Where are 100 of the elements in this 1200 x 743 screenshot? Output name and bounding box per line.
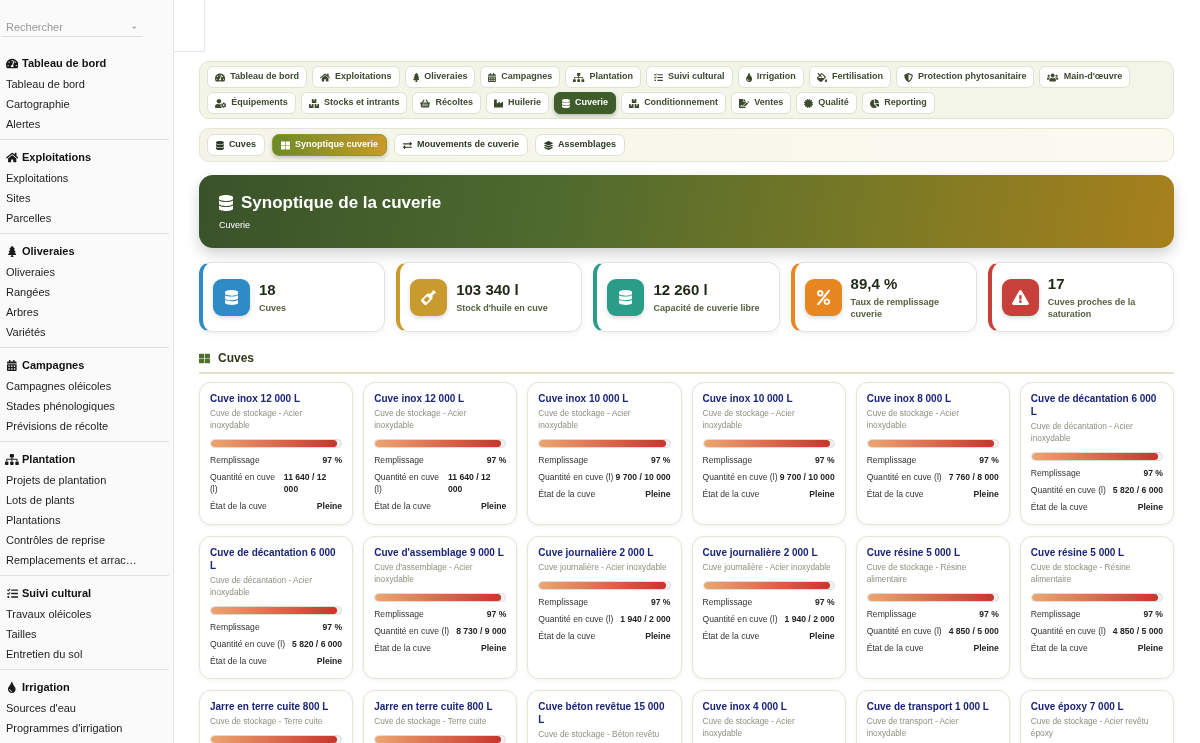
field-value: 97 % — [815, 454, 835, 466]
tank-type: Cuve de stockage - Terre cuite — [374, 715, 488, 727]
paint-bucket-icon — [816, 72, 827, 82]
tank-name: Cuve résine 5 000 L — [1030, 546, 1126, 559]
sidebar-item[interactable]: Plantations — [0, 510, 169, 530]
tank-type: Cuve journalière - Acier inoxydable — [538, 561, 668, 573]
sidebar-item[interactable]: Stades phénologiques — [0, 396, 169, 416]
module-tab[interactable]: Reporting — [861, 92, 935, 114]
module-tab[interactable]: Plantation — [565, 66, 642, 88]
field-value: Pleine — [645, 488, 671, 500]
sidebar-item[interactable]: Alertes — [0, 114, 169, 134]
sidebar-item[interactable]: Arbres — [0, 302, 169, 322]
grid-icon — [199, 352, 210, 364]
gauge-icon — [215, 72, 226, 82]
stat-value: 89,4 % — [850, 274, 899, 293]
sidebar-item[interactable]: Exploitations — [0, 168, 169, 188]
field-label: Quantité en cuve (l) — [1030, 625, 1106, 637]
module-tab[interactable]: Cuverie — [554, 92, 616, 114]
sidebar-item[interactable]: Programmes d'irrigation — [0, 718, 169, 738]
module-tab[interactable]: Récoltes — [412, 92, 482, 114]
sidebar-item[interactable]: Oliveraies — [0, 262, 169, 282]
field-label: Remplissage — [1030, 608, 1081, 620]
checklist-icon — [654, 72, 664, 82]
basket-icon — [420, 98, 431, 108]
module-tab[interactable]: Huilerie — [486, 92, 550, 114]
stat-label: Stock d'huile en cuve — [456, 301, 548, 314]
module-tab[interactable]: Protection phytosanitaire — [895, 66, 1035, 88]
field-label: Quantité en cuve (l) — [1030, 484, 1106, 496]
field-value: 97 % — [979, 454, 999, 466]
sidebar-item[interactable]: Travaux oléicoles — [0, 604, 169, 624]
module-tab[interactable]: Équipements — [207, 92, 296, 114]
tank-name: Cuve inox 10 000 L — [538, 392, 630, 405]
field-value: Pleine — [481, 500, 507, 512]
sidebar-item[interactable]: Tailles — [0, 624, 169, 644]
field-value: 8 730 / 9 000 — [456, 625, 507, 637]
module-tab[interactable]: Tableau de bord — [207, 66, 307, 88]
sidebar-item[interactable]: Campagnes oléicoles — [0, 376, 169, 396]
module-tab[interactable]: Exploitations — [311, 66, 400, 88]
stat-value: 12 260 l — [653, 280, 709, 299]
field-value: Pleine — [973, 642, 999, 654]
sidebar-item[interactable]: Prévisions de récolte — [0, 416, 169, 436]
module-tab[interactable]: Irrigation — [737, 66, 804, 88]
tank-type: Cuve de stockage - Résine alimentaire — [1030, 561, 1132, 585]
calendar-icon — [488, 72, 497, 82]
field-value: 1 940 / 2 000 — [784, 613, 835, 625]
sidebar-item[interactable]: Projets de plantation — [0, 470, 169, 490]
module-tab[interactable]: Conditionnement — [621, 92, 727, 114]
tree-icon — [412, 72, 420, 82]
sidebar-item[interactable]: Sources d'eau — [0, 698, 169, 718]
field-value: Pleine — [809, 488, 835, 500]
sub-tab[interactable]: Mouvements de cuverie — [393, 134, 528, 156]
module-tab[interactable]: Ventes — [731, 92, 792, 114]
field-label: Quantité en cuve (l) — [702, 471, 778, 483]
module-tab[interactable]: Oliveraies — [404, 66, 476, 88]
stat-value: 18 — [259, 280, 277, 299]
sub-tab[interactable]: Cuves — [207, 134, 265, 156]
module-tab[interactable]: Fertilisation — [808, 66, 891, 88]
field-label: État de la cuve — [538, 630, 596, 642]
sidebar-item[interactable]: Lots de plants — [0, 490, 169, 510]
sidebar-section-title: Campagnes — [22, 357, 85, 373]
sidebar-item[interactable]: Variétés — [0, 322, 169, 342]
boxes-icon — [629, 98, 640, 108]
gauge-icon — [5, 57, 19, 69]
stat-label: Cuves — [259, 301, 286, 314]
tank-name: Cuve béton revêtue 15 000 L — [538, 700, 666, 726]
sidebar-item[interactable]: Tableau de bord — [0, 74, 169, 94]
field-value: 97 % — [486, 608, 507, 620]
field-value: Pleine — [316, 655, 343, 667]
stat-value: 103 340 l — [456, 280, 520, 299]
field-value: 4 850 / 5 000 — [948, 625, 999, 637]
sidebar-item[interactable]: Entretien du sol — [0, 644, 169, 664]
field-value: 7 760 / 8 000 — [948, 471, 999, 483]
field-value: 5 820 / 6 000 — [291, 638, 343, 650]
module-tab[interactable]: Campagnes — [480, 66, 561, 88]
field-label: État de la cuve — [374, 500, 431, 512]
sidebar-item[interactable]: Remplacements et arrac… — [0, 550, 169, 570]
field-value: Pleine — [809, 630, 835, 642]
house-icon — [5, 151, 19, 163]
field-label: Quantité en cuve (l) — [866, 625, 942, 637]
people-icon — [1047, 72, 1059, 82]
sub-tab[interactable]: Assemblages — [534, 134, 625, 156]
database-icon — [216, 140, 224, 150]
sidebar-item[interactable]: Rangées — [0, 282, 169, 302]
boxes-icon — [308, 98, 319, 108]
sidebar-item[interactable]: Cartographie — [0, 94, 169, 114]
field-label: Remplissage — [374, 608, 424, 620]
field-label: État de la cuve — [702, 630, 760, 642]
sidebar-item[interactable]: Sites — [0, 188, 169, 208]
tree-icon — [7, 245, 17, 257]
module-tab[interactable]: Qualité — [796, 92, 857, 114]
field-value: Pleine — [1137, 642, 1163, 654]
sidebar-item[interactable]: Contrôles de reprise — [0, 530, 169, 550]
sidebar-item[interactable]: Parcelles — [0, 208, 169, 228]
search-field[interactable]: Rechercher — [2, 17, 142, 37]
tank-type: Cuve de stockage - Béton revêtu — [538, 728, 661, 740]
module-tab[interactable]: Stocks et intrants — [300, 92, 408, 114]
field-value: 11 640 / 12 000 — [448, 471, 492, 495]
module-tab[interactable]: Main-d'œuvre — [1039, 66, 1131, 88]
module-tab[interactable]: Suivi cultural — [646, 66, 733, 88]
field-value: 97 % — [979, 608, 999, 620]
